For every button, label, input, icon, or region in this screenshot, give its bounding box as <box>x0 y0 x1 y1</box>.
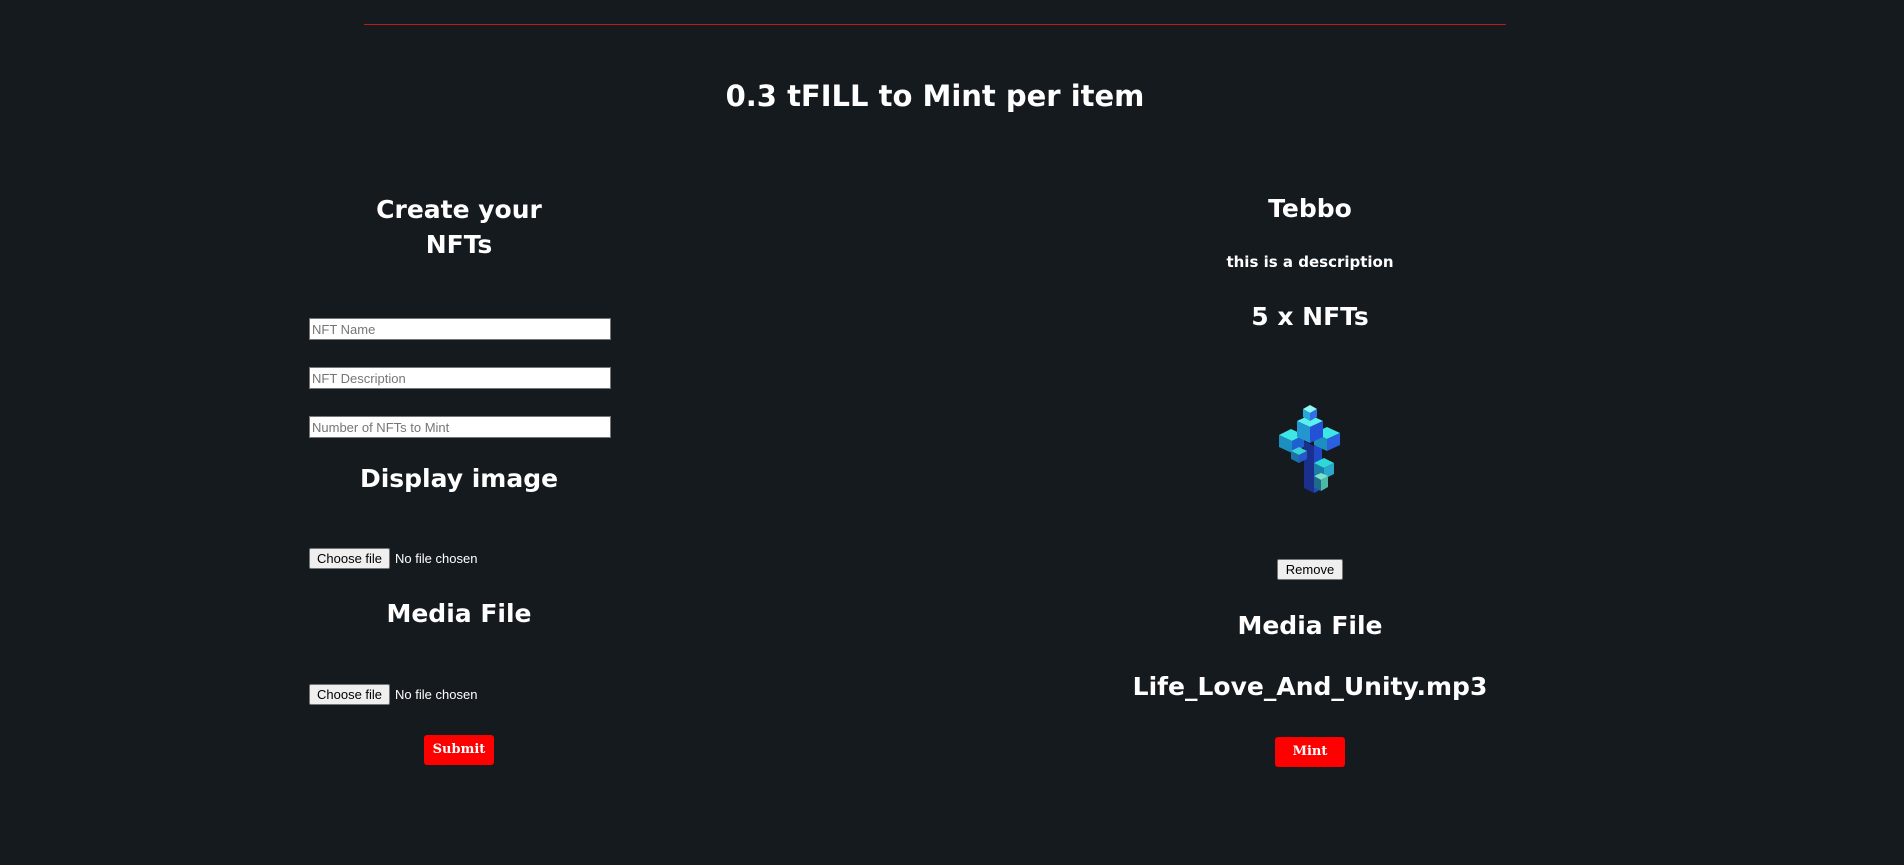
display-image-choose-file-button[interactable]: Choose file <box>309 548 391 569</box>
mint-button[interactable]: Mint <box>1275 737 1345 767</box>
preview-media-filename: Life_Love_And_Unity.mp3 <box>1132 672 1488 701</box>
create-title-line2: NFTs <box>425 230 493 259</box>
media-file-status: No file chosen <box>395 687 478 702</box>
display-image-file-status: No file chosen <box>395 551 478 566</box>
media-file-input[interactable]: Choose file No file chosen <box>309 684 477 705</box>
preview-media-file-heading: Media File <box>1237 611 1383 640</box>
submit-button[interactable]: Submit <box>424 735 494 765</box>
media-file-choose-file-button[interactable]: Choose file <box>309 684 391 705</box>
price-title: 0.3 tFILL to Mint per item <box>725 79 1145 113</box>
nft-preview: Tebbo this is a description 5 x NFTs Rem… <box>1110 0 1510 865</box>
create-title-line1: Create your <box>376 195 542 224</box>
display-image-heading: Display image <box>359 464 559 493</box>
nft-preview-image <box>1279 405 1340 493</box>
preview-nft-count: 5 x NFTs <box>1251 302 1369 331</box>
display-image-file-input[interactable]: Choose file No file chosen <box>309 548 477 569</box>
nft-description-input[interactable] <box>309 367 611 389</box>
nft-quantity-input[interactable] <box>309 416 611 438</box>
create-form-title: Create your NFTs <box>309 192 609 262</box>
media-file-heading: Media File <box>386 599 532 628</box>
create-nft-form: Create your NFTs Display image Choose fi… <box>309 0 611 865</box>
preview-nft-name: Tebbo <box>1268 194 1352 223</box>
preview-nft-description: this is a description <box>1226 253 1394 271</box>
remove-button[interactable]: Remove <box>1277 559 1343 580</box>
cube-tree-icon <box>1279 405 1340 493</box>
nft-name-input[interactable] <box>309 318 611 340</box>
